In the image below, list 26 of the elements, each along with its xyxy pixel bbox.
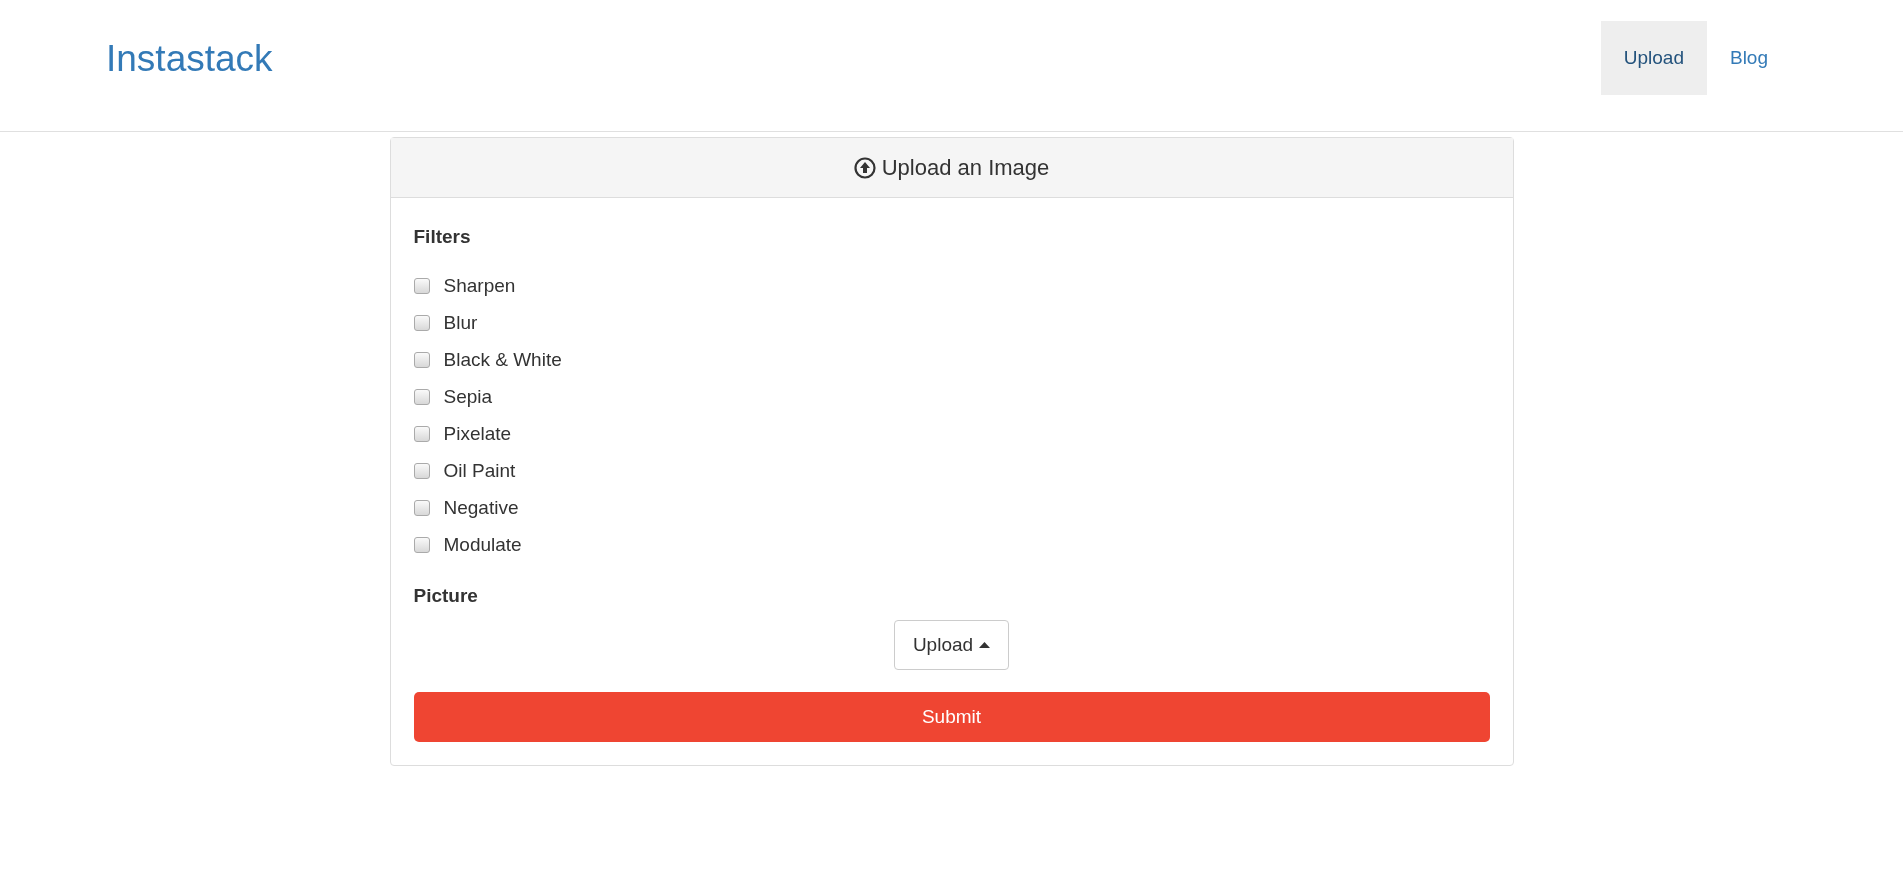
panel-title: Upload an Image bbox=[881, 154, 1050, 182]
checkbox-label: Blur bbox=[443, 310, 478, 335]
submit-button[interactable]: Submit bbox=[413, 692, 1490, 742]
checkbox[interactable] bbox=[413, 463, 430, 479]
checkbox[interactable] bbox=[413, 389, 430, 405]
checkbox-label: Pixelate bbox=[443, 421, 512, 446]
checkbox[interactable] bbox=[413, 500, 430, 516]
nav-link[interactable]: Blog bbox=[1706, 21, 1791, 95]
section-label: Filters bbox=[413, 225, 472, 249]
checkbox[interactable] bbox=[413, 426, 430, 442]
checkbox-label: Negative bbox=[443, 495, 519, 520]
checkbox[interactable] bbox=[413, 315, 430, 331]
caret-icon bbox=[979, 642, 991, 648]
checkbox[interactable] bbox=[413, 278, 430, 294]
checkbox-label: Oil Paint bbox=[443, 458, 516, 483]
checkbox[interactable] bbox=[413, 537, 430, 553]
nav-link[interactable]: Upload bbox=[1600, 21, 1707, 95]
checkbox-label: Modulate bbox=[443, 532, 522, 557]
upload-dropdown-button[interactable]: Upload bbox=[893, 620, 1010, 670]
checkbox[interactable] bbox=[413, 352, 430, 368]
checkbox-label: Sepia bbox=[443, 384, 493, 409]
upload-icon bbox=[853, 156, 876, 179]
checkbox-label: Black & White bbox=[443, 347, 562, 372]
brand-logo[interactable]: Instastack bbox=[106, 30, 273, 87]
checkbox-label: Sharpen bbox=[443, 273, 516, 298]
section-label: Picture bbox=[413, 583, 479, 608]
